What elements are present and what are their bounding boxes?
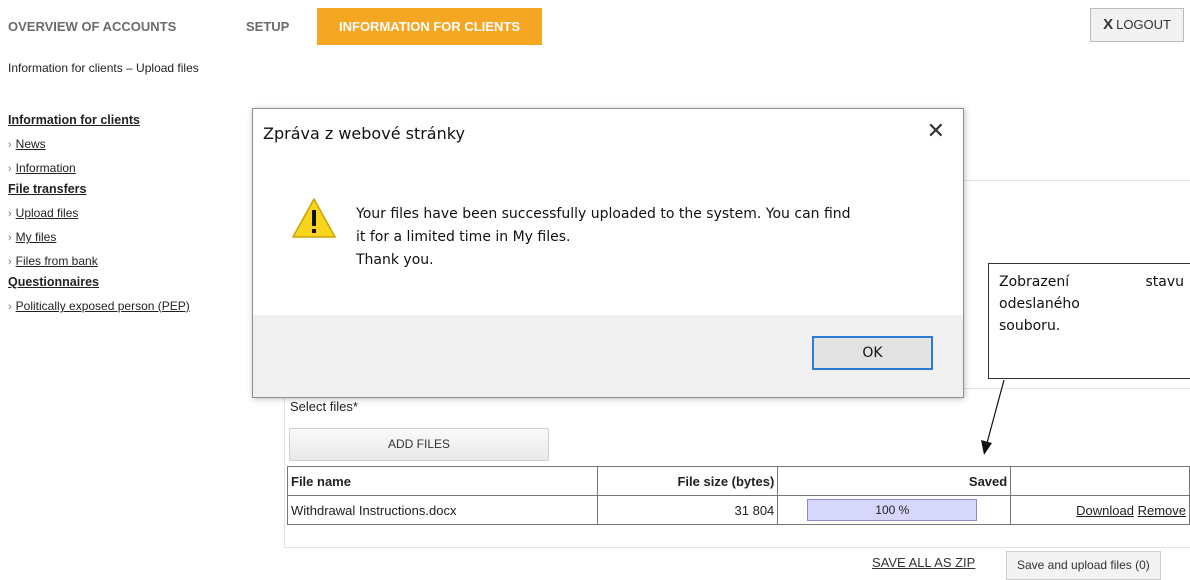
callout-word: stavu [1145, 274, 1184, 290]
top-navigation: OVERVIEW OF ACCOUNTS SETUP INFORMATION F… [0, 8, 1190, 45]
panel-divider [964, 180, 1190, 181]
column-header-actions [1010, 466, 1190, 496]
sidebar-item-label: My files [15, 230, 57, 244]
save-all-as-zip-link[interactable]: SAVE ALL AS ZIP [872, 555, 975, 570]
callout-line-2: odeslaného [999, 296, 1080, 312]
upload-progress-bar: 100 % [807, 499, 978, 521]
sidebar-item-pep[interactable]: › Politically exposed person (PEP) [8, 294, 190, 318]
logout-button[interactable]: X LOGOUT [1090, 8, 1184, 42]
sidebar-heading-information-for-clients[interactable]: Information for clients [8, 111, 190, 132]
panel-divider [284, 547, 1190, 548]
column-header-saved: Saved [777, 466, 1012, 496]
files-table: File name File size (bytes) Saved Withdr… [287, 466, 1190, 525]
sidebar-item-label: Files from bank [15, 254, 98, 268]
tab-setup[interactable]: SETUP [246, 8, 289, 45]
dialog-message-line: it for a limited time in My files. [356, 229, 571, 245]
sidebar-item-files-from-bank[interactable]: › Files from bank [8, 249, 190, 273]
callout-line-1: Zobrazení stavu [999, 271, 1184, 293]
dialog-message-line: Thank you. [356, 252, 434, 268]
progress-text: 100 % [875, 503, 910, 517]
sidebar-item-label: Upload files [15, 206, 79, 220]
add-files-button[interactable]: ADD FILES [289, 428, 549, 461]
sidebar-item-my-files[interactable]: › My files [8, 225, 190, 249]
sidebar-item-label: News [15, 137, 46, 151]
file-name-cell: Withdrawal Instructions.docx [287, 495, 598, 525]
message-dialog: Zpráva z webové stránky ✕ Your files hav… [252, 108, 964, 398]
save-and-upload-button[interactable]: Save and upload files (0) [1006, 551, 1161, 580]
column-header-file-name: File name [287, 466, 598, 496]
annotation-callout: Zobrazení stavu odeslaného souboru. [988, 263, 1190, 379]
remove-link[interactable]: Remove [1138, 503, 1186, 518]
dialog-message: Your files have been successfully upload… [356, 203, 946, 272]
sidebar: Information for clients › News › Informati… [8, 111, 190, 318]
callout-line-3: souboru. [999, 318, 1061, 334]
breadcrumb: Information for clients – Upload files [8, 61, 199, 75]
sidebar-item-information[interactable]: › Information [8, 156, 190, 180]
warning-icon [291, 197, 337, 243]
sidebar-heading-file-transfers[interactable]: File transfers [8, 180, 190, 201]
sidebar-heading-questionnaires[interactable]: Questionnaires [8, 273, 190, 294]
chevron-right-icon: › [8, 208, 12, 220]
tab-information-for-clients[interactable]: INFORMATION FOR CLIENTS [317, 8, 543, 45]
panel-border [284, 388, 285, 548]
sidebar-item-news[interactable]: › News [8, 132, 190, 156]
chevron-right-icon: › [8, 256, 12, 268]
dialog-title: Zpráva z webové stránky [263, 124, 465, 143]
select-files-label: Select files* [290, 399, 358, 414]
chevron-right-icon: › [8, 163, 12, 175]
dialog-footer: OK [253, 315, 963, 397]
chevron-right-icon: › [8, 139, 12, 151]
table-header-row: File name File size (bytes) Saved [287, 466, 1190, 496]
callout-word: Zobrazení [999, 274, 1070, 290]
saved-cell: 100 % [777, 495, 1012, 525]
ok-button[interactable]: OK [812, 336, 933, 370]
table-row: Withdrawal Instructions.docx 31 804 100 … [287, 495, 1190, 525]
tab-overview-of-accounts[interactable]: OVERVIEW OF ACCOUNTS [8, 8, 176, 45]
chevron-right-icon: › [8, 301, 12, 313]
close-icon[interactable]: ✕ [927, 121, 945, 143]
actions-cell: Download Remove [1010, 495, 1190, 525]
logout-label: LOGOUT [1116, 17, 1171, 32]
sidebar-item-upload-files[interactable]: › Upload files [8, 201, 190, 225]
column-header-file-size: File size (bytes) [596, 466, 779, 496]
sidebar-item-label: Information [15, 161, 76, 175]
dialog-message-line: Your files have been successfully upload… [356, 206, 851, 222]
chevron-right-icon: › [8, 232, 12, 244]
file-size-cell: 31 804 [596, 495, 779, 525]
close-icon: X [1103, 16, 1114, 33]
sidebar-item-label: Politically exposed person (PEP) [15, 299, 190, 313]
download-link[interactable]: Download [1076, 503, 1134, 518]
